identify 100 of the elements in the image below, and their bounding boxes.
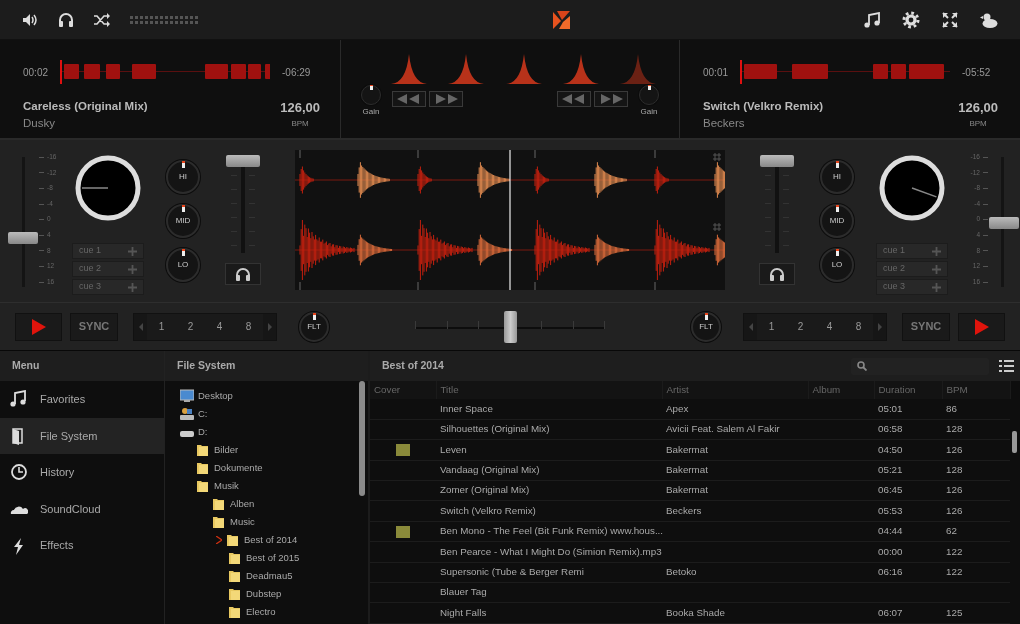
fast-forward-button[interactable] (594, 91, 628, 107)
play-button[interactable] (15, 312, 62, 341)
folder-icon (228, 587, 242, 601)
caret-icon (138, 322, 143, 331)
tree-item[interactable]: Electro (228, 603, 368, 621)
table-cell: Bakermat (666, 464, 708, 475)
table-cell: Booka Shade (666, 606, 725, 618)
loop-size-button[interactable]: 8 (844, 319, 873, 334)
table-cell: 126 (946, 504, 963, 516)
pitch-fader-thumb[interactable] (989, 217, 1019, 229)
folder-icon (228, 605, 242, 619)
table-cell: Silhouettes (Original Mix) (440, 423, 550, 435)
bpm-value: 126,00 (280, 99, 320, 117)
table-cell: 06:07 (878, 606, 903, 618)
tree-item[interactable]: Best of 2015 (228, 549, 368, 567)
tree-item[interactable]: Deadmau5 (228, 567, 368, 585)
table-cell: Beckers (666, 504, 702, 516)
level-meter-drawing (130, 15, 198, 24)
headphones-icon (769, 267, 785, 281)
table-cell: Leven (440, 443, 467, 455)
table-cell: 126 (946, 443, 963, 455)
play-button[interactable] (958, 312, 1005, 341)
headphone-cue-button[interactable] (759, 263, 795, 285)
loop-size-button[interactable]: 1 (757, 319, 786, 334)
eq-knob[interactable]: LO (820, 248, 854, 282)
headphone-cue-button[interactable] (225, 263, 261, 285)
loop-size-button[interactable]: 8 (234, 319, 263, 334)
music-note-icon[interactable] (864, 11, 880, 28)
loop-size-button[interactable]: 2 (786, 319, 815, 334)
jog-wheel[interactable] (75, 155, 141, 221)
sync-button[interactable]: SYNC (70, 312, 118, 341)
eq-knob[interactable]: HI (166, 160, 200, 194)
loop-size-button[interactable]: 4 (815, 319, 844, 334)
search-field[interactable] (851, 357, 989, 375)
tree-item[interactable]: Dubstep (228, 585, 368, 603)
eq-knob[interactable]: LO (166, 248, 200, 282)
tree-item[interactable]: D: (180, 423, 368, 441)
tree-item[interactable]: Best of 2014 (216, 531, 368, 549)
plus-icon (932, 264, 941, 274)
tree-item[interactable]: Bilder (196, 441, 368, 459)
filter-knob[interactable]: FLT (299, 311, 329, 342)
desktop-icon (180, 389, 194, 403)
table-cell: 125 (946, 606, 963, 618)
menu-item[interactable]: File System (0, 417, 164, 455)
track-overview-waveform[interactable] (60, 60, 271, 84)
table-cell: 128 (946, 423, 963, 435)
rewind-button[interactable] (392, 91, 426, 107)
tree-item[interactable]: Desktop (180, 387, 368, 405)
track-artist: Dusky (23, 116, 56, 132)
eq-knob[interactable]: HI (820, 160, 854, 194)
tree-item[interactable]: Music (212, 513, 368, 531)
caret-icon (877, 322, 882, 331)
fast-forward-button[interactable] (428, 91, 463, 107)
filter-knob[interactable]: FLT (691, 311, 721, 342)
folder-icon (212, 515, 226, 529)
loop-size-button[interactable]: 1 (147, 319, 176, 334)
table-cell: Supersonic (Tube & Berger Remi (440, 565, 584, 577)
tree-item[interactable]: Dokumente (196, 459, 368, 477)
remaining-time: -05:52 (962, 65, 991, 80)
folder-icon (196, 479, 210, 493)
gain-knob[interactable] (361, 85, 381, 105)
shuffle-icon[interactable] (94, 12, 110, 27)
loop-size-button[interactable]: 4 (205, 319, 234, 334)
volume-fader-thumb[interactable] (760, 155, 794, 167)
tree-item[interactable]: C: (180, 405, 368, 423)
eq-knob[interactable]: MID (166, 204, 200, 238)
bpm-value: 126,00 (958, 99, 998, 117)
table-cell: Avicii Feat. Salem Al Fakir (666, 423, 780, 435)
table-cell: Betoko (666, 565, 697, 577)
gain-knob[interactable] (639, 85, 659, 105)
jog-wheel[interactable] (879, 155, 945, 221)
duck-icon[interactable] (980, 11, 998, 28)
loop-size-button[interactable]: 2 (176, 319, 205, 334)
pitch-fader-thumb[interactable] (8, 231, 38, 244)
eq-knob[interactable]: MID (820, 204, 854, 238)
plus-icon (128, 282, 137, 292)
tree-item[interactable]: Alben (212, 495, 368, 513)
table-cell: 122 (946, 565, 963, 577)
waveform-drawing[interactable] (295, 150, 725, 290)
rewind-button[interactable] (557, 91, 592, 107)
headphones-icon[interactable] (58, 11, 74, 28)
fullscreen-icon[interactable] (942, 11, 958, 28)
plus-icon (932, 246, 941, 256)
scrollbar[interactable] (359, 381, 365, 496)
plus-icon (128, 246, 137, 256)
caret-icon (748, 322, 753, 331)
table-cell: Switch (Velkro Remix) (440, 504, 536, 516)
volume-fader-thumb[interactable] (226, 155, 260, 167)
list-view-icon[interactable] (999, 360, 1014, 372)
table-cell: 06:16 (878, 565, 903, 577)
sync-button[interactable]: SYNC (902, 312, 950, 341)
settings-icon[interactable] (902, 10, 920, 29)
crossfader-thumb[interactable] (504, 310, 517, 343)
track-overview-waveform[interactable] (740, 60, 951, 84)
bpm-label: BPM (968, 117, 988, 130)
scrollbar[interactable] (1012, 431, 1017, 453)
table-cell: 05:53 (878, 504, 903, 516)
table-cell: Ben Pearce - What I Might Do (Simion Remix).mp3 (440, 545, 662, 557)
remaining-time: -06:29 (282, 65, 311, 80)
tree-item[interactable]: Musik (196, 477, 368, 495)
